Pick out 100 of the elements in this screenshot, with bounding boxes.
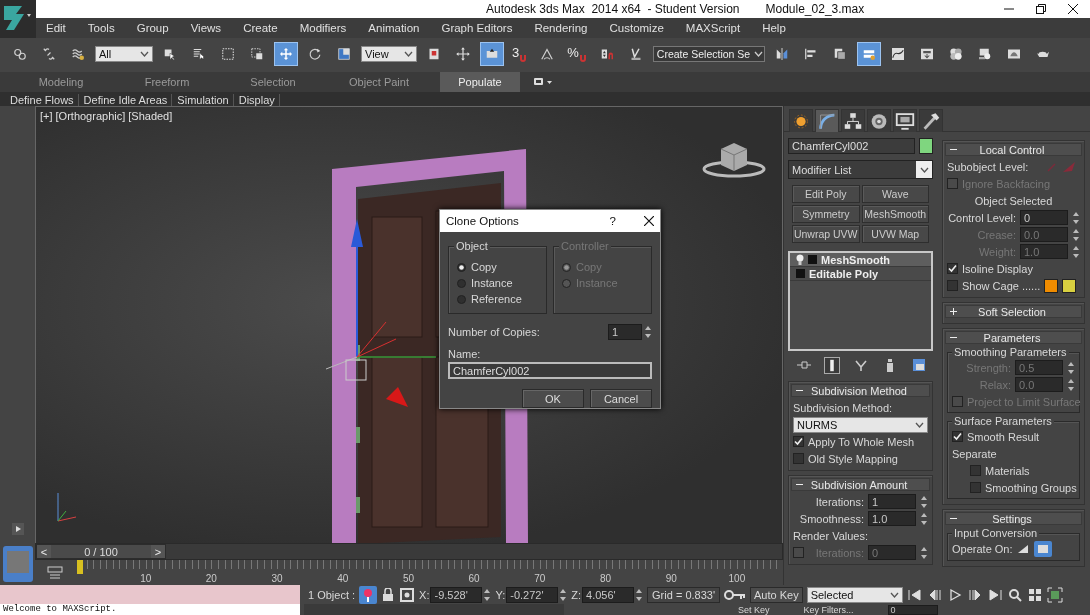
chevron-down-icon[interactable]: [404, 51, 413, 57]
menu-item[interactable]: Modifiers: [299, 20, 347, 36]
cage-color-swatch[interactable]: [1062, 278, 1077, 293]
coordinate-field[interactable]: 4.056': [582, 586, 635, 603]
create-icon[interactable]: [789, 109, 813, 132]
maxscript-input-field[interactable]: [0, 585, 300, 604]
key-mode-dropdown[interactable]: Selected: [806, 586, 903, 603]
checkbox[interactable]: [970, 482, 981, 493]
time-slider-thumb[interactable]: < 0 / 100 >: [36, 544, 166, 559]
menu-item[interactable]: Rendering: [534, 20, 588, 36]
restore-icon[interactable]: [1036, 4, 1046, 14]
object-name-field[interactable]: ChamferCyl002: [788, 138, 915, 154]
coordinate-field[interactable]: -9.528': [430, 586, 483, 603]
hammer-icon[interactable]: [919, 109, 943, 132]
modifier-list-dropdown[interactable]: Modifier List: [788, 160, 933, 179]
copies-field[interactable]: 1: [608, 324, 642, 340]
spinner-field[interactable]: 1: [868, 494, 916, 509]
rollout-header[interactable]: Subdivision Amount: [791, 478, 930, 491]
ribbon-tab[interactable]: Modeling: [8, 72, 114, 92]
chevron-down-icon[interactable]: [915, 421, 924, 428]
spinner-field[interactable]: 0: [1020, 210, 1068, 225]
go-to-end-icon[interactable]: [986, 586, 1003, 603]
named-selection-field[interactable]: Create Selection Se: [652, 46, 765, 62]
modifier-button[interactable]: Symmetry: [792, 205, 860, 223]
rollout-header[interactable]: Settings: [945, 512, 1082, 525]
ribbon-tab[interactable]: Populate: [440, 72, 520, 92]
time-slider-track[interactable]: < 0 / 100 >: [35, 543, 783, 560]
ribbon-tab[interactable]: Selection: [220, 72, 326, 92]
stack-item[interactable]: MeshSmooth: [790, 253, 931, 267]
previous-frame-button[interactable]: <: [37, 545, 51, 558]
snap-toggle-button[interactable]: 3: [509, 42, 531, 66]
viewcube-icon[interactable]: [702, 143, 766, 178]
menu-item[interactable]: Views: [190, 20, 222, 36]
modifier-button[interactable]: UVW Map: [861, 225, 929, 243]
current-frame-field[interactable]: 0: [887, 604, 938, 615]
menu-item[interactable]: Graph Editors: [441, 20, 513, 36]
rollout-header[interactable]: Parameters: [945, 331, 1082, 344]
panel-options-icon[interactable]: [532, 76, 554, 88]
current-frame-marker[interactable]: [77, 560, 83, 574]
menu-item[interactable]: Edit: [46, 20, 66, 36]
viewport-label[interactable]: [Orthographic]: [55, 110, 126, 122]
menu-item[interactable]: MAXScript: [685, 20, 741, 36]
radio-button[interactable]: [457, 262, 466, 272]
curve-editor-toggle-icon[interactable]: [47, 565, 63, 580]
modifier-button[interactable]: Unwrap UVW: [792, 225, 860, 243]
checkbox[interactable]: [793, 436, 804, 447]
menu-item[interactable]: Customize: [609, 20, 664, 36]
modifier-button[interactable]: Wave: [861, 185, 929, 203]
rollout-header[interactable]: Soft Selection: [945, 305, 1082, 318]
object-color-swatch[interactable]: [919, 138, 933, 154]
display-icon[interactable]: [893, 109, 917, 132]
viewport-label[interactable]: [+]: [40, 110, 53, 122]
layer-manager-icon[interactable]: [856, 42, 881, 66]
configure-sets-icon[interactable]: [910, 356, 927, 374]
radio-button[interactable]: [457, 278, 466, 288]
chevron-down-icon[interactable]: [889, 591, 899, 598]
app-logo-icon[interactable]: [0, 0, 36, 38]
spinner-field[interactable]: 1.0: [868, 511, 916, 526]
help-button[interactable]: ?: [609, 215, 616, 227]
key-icon[interactable]: [724, 588, 746, 601]
motion-icon[interactable]: [867, 109, 891, 132]
transform-gizmo-drawing[interactable]: [325, 219, 437, 407]
absolute-mode-icon[interactable]: [399, 586, 416, 603]
modify-icon[interactable]: [815, 109, 839, 132]
percent-snap-button[interactable]: %: [564, 42, 590, 66]
chevron-down-icon[interactable]: [919, 166, 929, 173]
modifier-button[interactable]: Edit Poly: [792, 185, 860, 203]
coordinate-field[interactable]: -0.272': [506, 586, 559, 603]
light-bulb-icon[interactable]: [796, 254, 804, 265]
ribbon-tab[interactable]: Freeform: [114, 72, 220, 92]
dialog-button[interactable]: Cancel: [590, 389, 652, 408]
menu-item[interactable]: Create: [243, 20, 278, 36]
menu-item[interactable]: Help: [762, 20, 786, 36]
checkbox[interactable]: [793, 453, 804, 464]
zoom-icon[interactable]: [1006, 586, 1023, 603]
menu-item[interactable]: Animation: [368, 20, 420, 36]
auto-key-button[interactable]: Auto Key: [750, 586, 803, 603]
triangle-mode-icon[interactable]: [1016, 544, 1029, 554]
cage-color-swatch[interactable]: [1044, 278, 1059, 293]
checkbox[interactable]: [970, 465, 981, 476]
stack-item[interactable]: Editable Poly: [790, 267, 931, 281]
set-key-button[interactable]: Set Key: [738, 604, 770, 615]
rollout-header[interactable]: Subdivision Method: [791, 384, 930, 397]
hierarchy-icon[interactable]: [841, 109, 865, 132]
chevron-down-icon[interactable]: [140, 51, 149, 57]
close-icon[interactable]: [644, 216, 654, 226]
zoom-all-icon[interactable]: [1026, 586, 1043, 603]
zoom-extents-icon[interactable]: [1046, 586, 1063, 603]
next-frame-button[interactable]: >: [151, 545, 165, 558]
close-icon[interactable]: [1068, 4, 1078, 14]
polygon-mode-icon[interactable]: [1032, 540, 1053, 558]
modifier-button[interactable]: MeshSmooth: [861, 205, 929, 223]
checkbox[interactable]: [947, 280, 958, 291]
menu-item[interactable]: Group: [136, 20, 169, 36]
rollout-header[interactable]: Local Control: [945, 143, 1082, 156]
key-filters-button[interactable]: Key Filters...: [803, 604, 854, 615]
radio-button[interactable]: [457, 294, 466, 304]
checkbox[interactable]: [952, 431, 963, 442]
ribbon-tab[interactable]: Object Paint: [326, 72, 432, 92]
checkbox[interactable]: [947, 263, 958, 274]
